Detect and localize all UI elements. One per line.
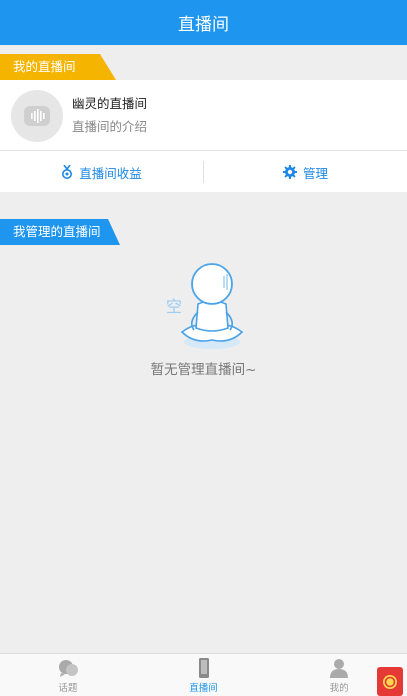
room-actions: 直播间收益 管理 <box>0 152 407 192</box>
tab-topics-label: 话题 <box>58 683 78 694</box>
empty-illustration-char: 空 <box>166 297 182 316</box>
room-earnings-button[interactable]: 直播间收益 <box>0 152 203 192</box>
page-title: 直播间 <box>178 15 229 35</box>
my-rooms-section-label: 我的直播间 <box>0 54 116 80</box>
tab-live-room[interactable]: 直播间 <box>136 654 272 696</box>
manage-button[interactable]: 管理 <box>204 152 407 192</box>
person-icon <box>330 659 349 678</box>
medal-icon <box>62 165 73 179</box>
manage-label: 管理 <box>302 165 328 181</box>
room-description: 直播间的介绍 <box>72 119 148 134</box>
bottom-tab-bar: 话题 直播间 我的 <box>0 653 407 696</box>
tab-live-room-label: 直播间 <box>189 683 218 694</box>
phone-icon <box>198 658 209 678</box>
tab-mine-label: 我的 <box>329 683 349 694</box>
my-room-row[interactable]: 幽灵的直播间 直播间的介绍 <box>0 80 407 151</box>
audio-wave-icon <box>24 106 50 126</box>
chat-bubbles-icon <box>58 660 78 677</box>
room-avatar <box>11 90 63 142</box>
page-header: 直播间 <box>0 0 407 45</box>
room-earnings-label: 直播间收益 <box>79 165 142 181</box>
coin-icon <box>383 674 397 689</box>
managed-rooms-section-label: 我管理的直播间 <box>0 219 120 245</box>
my-room-card: 幽灵的直播间 直播间的介绍 直播间收益 管理 <box>0 80 407 192</box>
tab-topics[interactable]: 话题 <box>0 654 136 696</box>
room-name: 幽灵的直播间 <box>72 96 148 111</box>
gear-icon <box>282 165 297 179</box>
floating-badge-button[interactable] <box>377 667 403 696</box>
empty-state-illustration: 空 <box>166 263 244 349</box>
empty-state-text: 暂无管理直播间~ <box>150 362 257 378</box>
